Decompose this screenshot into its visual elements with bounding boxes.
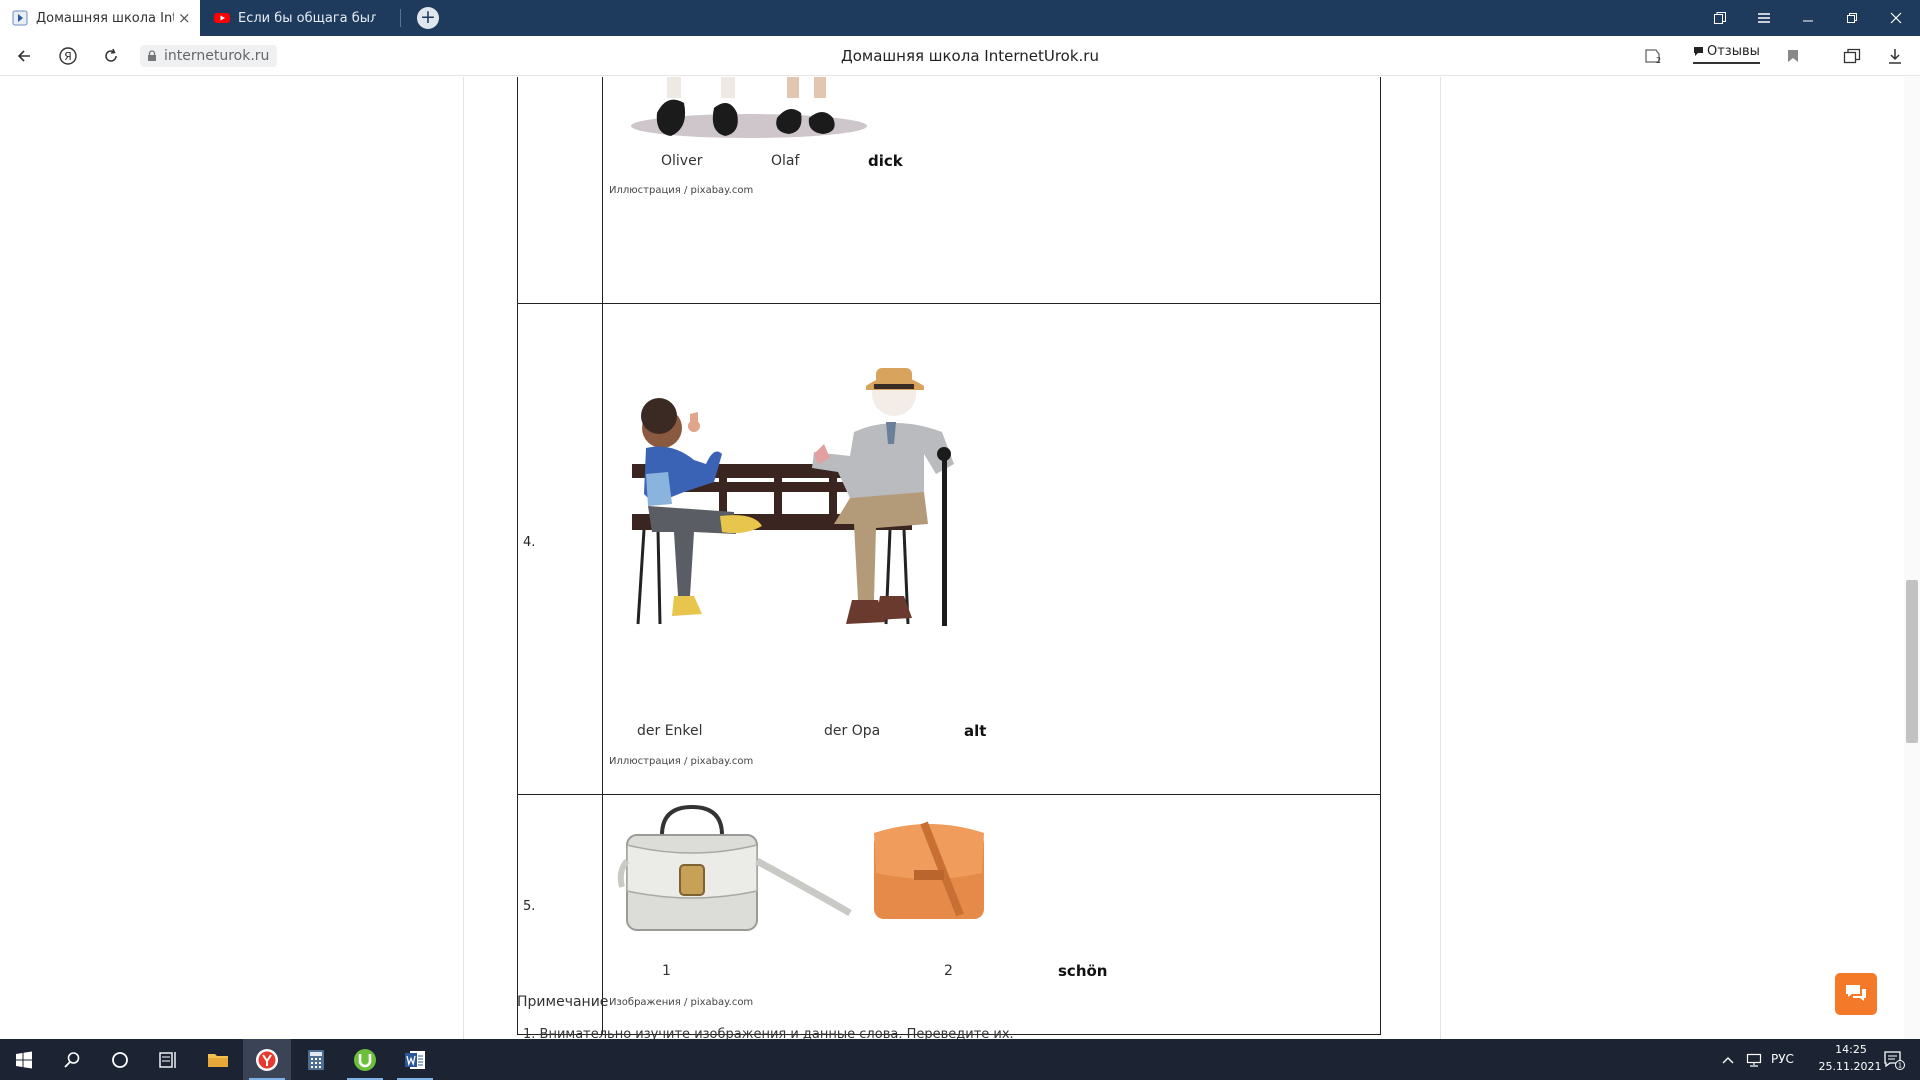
- row-number: 4.: [523, 535, 536, 550]
- chat-bubbles-icon: [1846, 985, 1866, 1001]
- tab-interneturok[interactable]: Домашняя школа InternetUrok.ru ×: [0, 0, 200, 36]
- tab-title: Если бы общага была RPG: [238, 10, 376, 26]
- yandex-letter: Я: [64, 50, 72, 63]
- tab-youtube[interactable]: Если бы общага была RPG: [202, 0, 400, 36]
- caption-der-enkel: der Enkel: [637, 723, 703, 739]
- exercise-table: Oliver Olaf dick Иллюстрация / pixabay.c…: [517, 77, 1381, 1035]
- caption-2: 2: [944, 963, 953, 979]
- note-heading: Примечание: [517, 994, 609, 1010]
- search-icon[interactable]: [48, 1039, 96, 1080]
- caption-alt: alt: [964, 722, 987, 740]
- content-cell: 1 2 schön Изображения / pixabay.com: [604, 795, 1380, 1034]
- caption-schon: schön: [1058, 962, 1108, 980]
- image-credit: Иллюстрация / pixabay.com: [609, 185, 754, 196]
- image-credit: Изображения / pixabay.com: [609, 997, 754, 1008]
- lock-icon: [148, 50, 156, 61]
- menu-icon[interactable]: [1742, 0, 1786, 36]
- table-row: 5. 1 2 schön Изображения / pixabay.com: [518, 794, 1380, 1034]
- windows-start-icon[interactable]: [0, 1039, 48, 1080]
- orange-bag-image: [874, 821, 984, 919]
- tab-count-badge: 2: [1656, 56, 1661, 65]
- note-item: 1. Внимательно изучите изображения и дан…: [523, 1027, 1014, 1039]
- yandex-browser-taskbar-icon[interactable]: [243, 1039, 291, 1080]
- content-cell: Oliver Olaf dick Иллюстрация / pixabay.c…: [604, 77, 1380, 303]
- file-explorer-icon[interactable]: [194, 1039, 242, 1080]
- caption-olaf: Olaf: [771, 153, 800, 169]
- reload-icon[interactable]: [99, 44, 123, 68]
- protect-icon[interactable]: 2: [1641, 44, 1665, 68]
- scrollbar-thumb[interactable]: [1906, 580, 1918, 743]
- restore-icon[interactable]: [1830, 0, 1874, 36]
- address-bar: Я interneturok.ru Домашняя школа Interne…: [0, 36, 1920, 76]
- task-view-icon[interactable]: [144, 1039, 192, 1080]
- speech-bubble-icon: [1694, 47, 1703, 56]
- youtube-favicon-icon: [214, 13, 230, 23]
- url-text: interneturok.ru: [164, 48, 270, 64]
- collections-icon[interactable]: [1840, 44, 1864, 68]
- back-arrow-icon[interactable]: [12, 44, 36, 68]
- minimize-icon[interactable]: [1786, 0, 1830, 36]
- oliver-olaf-illustration: [631, 77, 867, 138]
- row-number: 5.: [523, 899, 536, 914]
- new-tab-button[interactable]: +: [417, 7, 439, 29]
- url-field[interactable]: interneturok.ru: [140, 45, 278, 67]
- windows-taskbar: РУС 14:25 25.11.2021 1: [0, 1039, 1920, 1080]
- utorrent-icon[interactable]: [341, 1039, 389, 1080]
- microsoft-word-icon[interactable]: [391, 1039, 439, 1080]
- network-icon[interactable]: [1740, 1039, 1768, 1080]
- tab-separator: [400, 9, 401, 27]
- page-viewport: Oliver Olaf dick Иллюстрация / pixabay.c…: [0, 77, 1920, 1039]
- caption-1: 1: [662, 963, 671, 979]
- reviews-button[interactable]: Отзывы: [1693, 44, 1760, 64]
- notifications-icon[interactable]: 1: [1872, 1039, 1916, 1080]
- table-row: 4. der Enkel der Opa alt Иллюстрация / p…: [518, 303, 1380, 794]
- content-cell: der Enkel der Opa alt Иллюстрация / pixa…: [604, 304, 1380, 794]
- tab-title: Домашняя школа InternetUrok.ru: [36, 10, 174, 26]
- chevron-up-icon[interactable]: [1714, 1039, 1742, 1080]
- language-indicator[interactable]: РУС: [1771, 1052, 1794, 1066]
- bookmark-icon[interactable]: [1781, 44, 1805, 68]
- downloads-icon[interactable]: [1883, 44, 1907, 68]
- image-credit: Иллюстрация / pixabay.com: [609, 756, 754, 767]
- tabs-overview-icon[interactable]: [1698, 0, 1742, 36]
- page-title: Домашняя школа InternetUrok.ru: [841, 47, 1099, 65]
- caption-oliver: Oliver: [661, 153, 703, 169]
- table-row: Oliver Olaf dick Иллюстрация / pixabay.c…: [518, 77, 1380, 303]
- interneturok-favicon-icon: [12, 10, 28, 26]
- reviews-label: Отзывы: [1707, 44, 1760, 59]
- white-handbag-image: [617, 804, 852, 931]
- chat-button[interactable]: [1835, 973, 1877, 1015]
- scrollbar-track[interactable]: [1904, 77, 1920, 1039]
- close-window-icon[interactable]: [1874, 0, 1918, 36]
- number-cell: [518, 77, 603, 303]
- caption-dick: dick: [868, 152, 903, 170]
- notification-count: 1: [1898, 1061, 1902, 1069]
- number-cell: 4.: [518, 304, 603, 794]
- browser-tab-bar: Домашняя школа InternetUrok.ru × Если бы…: [0, 0, 1920, 36]
- grandson-grandpa-bench-illustration: [632, 368, 954, 626]
- cortana-icon[interactable]: [96, 1039, 144, 1080]
- tab-close-icon[interactable]: ×: [178, 9, 191, 27]
- caption-der-opa: der Opa: [824, 723, 881, 739]
- calculator-icon[interactable]: [292, 1039, 340, 1080]
- yandex-icon[interactable]: Я: [56, 44, 80, 68]
